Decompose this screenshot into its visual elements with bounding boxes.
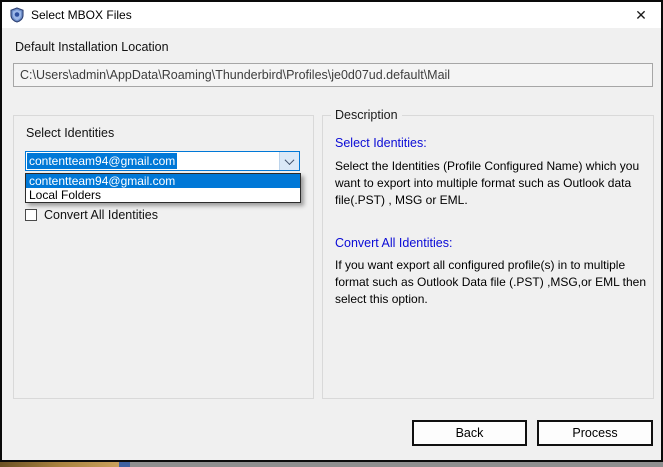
desktop-strip-blue xyxy=(119,462,130,467)
combobox-selected-text: contentteam94@gmail.com xyxy=(27,153,178,169)
identities-combobox[interactable]: contentteam94@gmail.com xyxy=(25,151,300,171)
default-location-label: Default Installation Location xyxy=(15,40,169,54)
desktop-strip-tan xyxy=(0,462,119,467)
convert-all-identities-row: Convert All Identities xyxy=(25,208,158,222)
process-button[interactable]: Process xyxy=(537,420,653,446)
app-shield-icon xyxy=(9,7,25,23)
installation-path-field[interactable] xyxy=(13,63,653,87)
screen: Select MBOX Files ✕ Default Installation… xyxy=(0,0,663,467)
desc-heading-select-identities: Select Identities: xyxy=(335,136,427,150)
convert-all-identities-label: Convert All Identities xyxy=(44,208,158,222)
desc-body-select-identities: Select the Identities (Profile Configure… xyxy=(335,159,640,207)
dropdown-item-gmail-account[interactable]: contentteam94@gmail.com xyxy=(26,174,300,188)
back-button[interactable]: Back xyxy=(412,420,527,446)
window-title: Select MBOX Files xyxy=(31,8,132,22)
description-groupbox: Description Select Identities: Select th… xyxy=(322,108,654,399)
desktop-strip-gray xyxy=(130,462,663,467)
convert-all-identities-checkbox[interactable] xyxy=(25,209,37,221)
desc-body-convert-all: If you want export all configured profil… xyxy=(335,258,646,306)
select-identities-label: Select Identities xyxy=(26,126,115,140)
select-mbox-dialog: Select MBOX Files ✕ Default Installation… xyxy=(0,0,663,462)
desc-heading-convert-all: Convert All Identities: xyxy=(335,236,453,250)
desktop-strip xyxy=(0,462,663,467)
identities-dropdown-list: contentteam94@gmail.com Local Folders xyxy=(25,173,301,203)
titlebar: Select MBOX Files ✕ xyxy=(2,2,661,28)
chevron-down-icon[interactable] xyxy=(279,152,299,170)
dropdown-item-local-folders[interactable]: Local Folders xyxy=(26,188,300,202)
close-icon[interactable]: ✕ xyxy=(630,4,652,26)
select-identities-groupbox: Select Identities contentteam94@gmail.co… xyxy=(13,115,314,399)
description-legend: Description xyxy=(331,108,402,122)
